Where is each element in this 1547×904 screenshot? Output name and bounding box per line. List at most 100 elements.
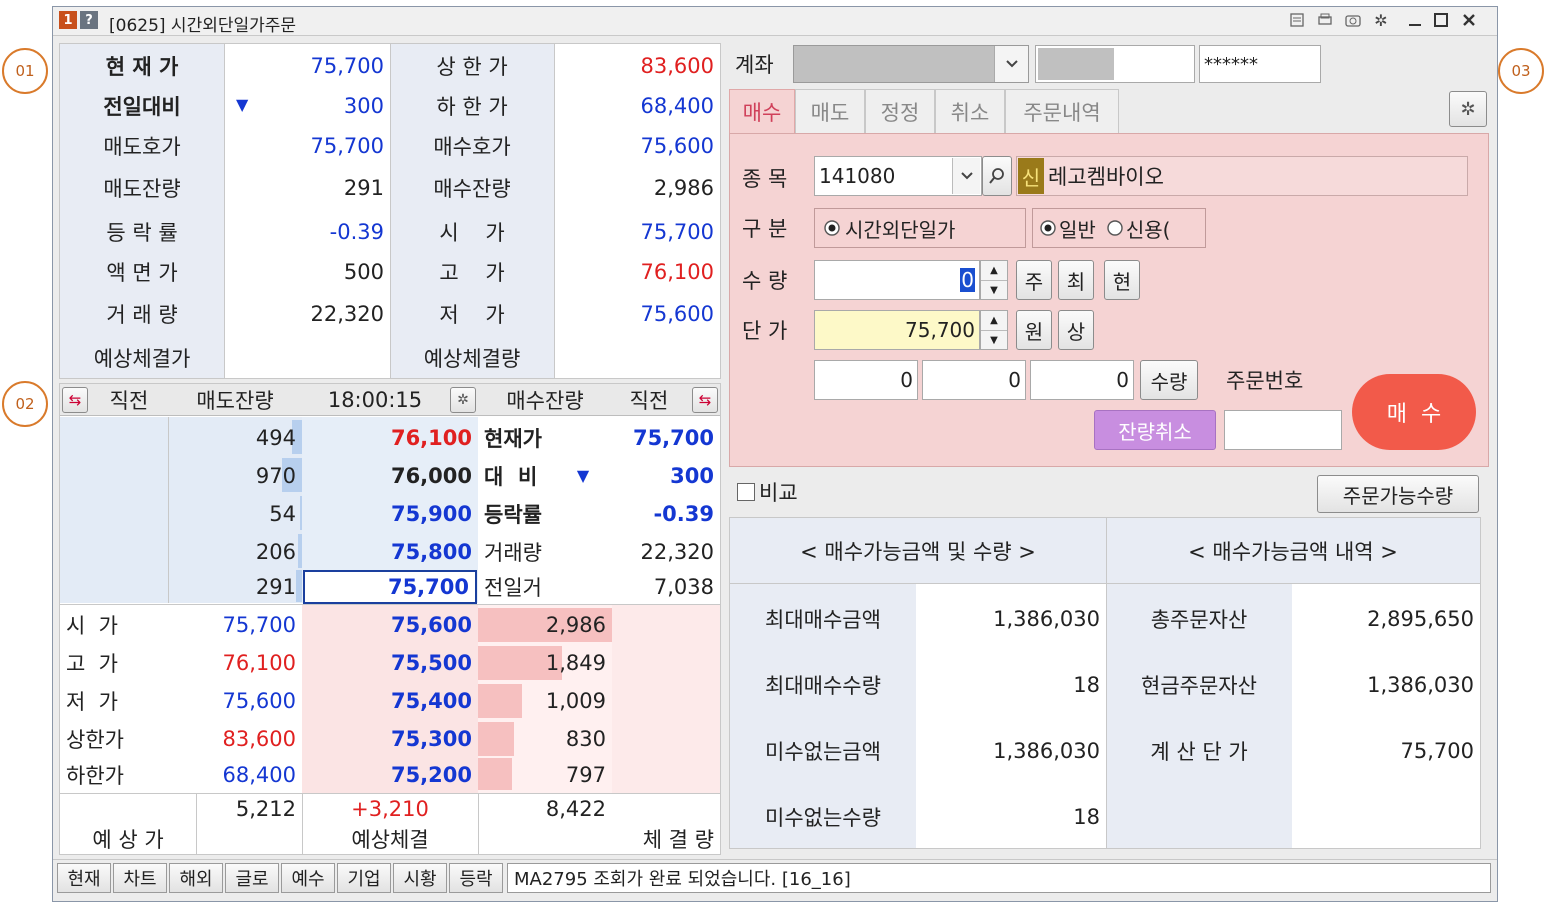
status-btn-market[interactable]: 시황	[393, 863, 447, 893]
order-settings-icon[interactable]: ✲	[1449, 91, 1487, 127]
type-radio-icon[interactable]	[823, 219, 841, 237]
window-title: [0625] 시간외단일가주문	[109, 16, 297, 36]
buy-submit-button[interactable]: 매 수	[1352, 374, 1476, 450]
avail-header-right: < 매수가능금액 내역 >	[1188, 540, 1398, 564]
remain-diff: +3,210	[351, 797, 429, 821]
value-par-value: 500	[343, 260, 384, 284]
credit-badge: 신	[1018, 158, 1044, 194]
ask-price-5-current[interactable]: 75,700	[303, 570, 477, 604]
status-btn-deposit[interactable]: 예수	[281, 863, 335, 893]
stat-value-upper: 83,600	[222, 727, 296, 751]
search-icon[interactable]	[982, 156, 1012, 196]
mode-credit-label[interactable]: 신용(	[1126, 214, 1171, 243]
status-message: MA2795 조회가 완료 되었습니다. [16_16]	[507, 863, 1491, 893]
value-low: 75,600	[640, 302, 714, 326]
memo-icon[interactable]	[1285, 9, 1309, 31]
ask-price-1[interactable]: 76,100	[302, 420, 478, 456]
password-field[interactable]: ******	[1199, 45, 1321, 83]
tab-buy[interactable]: 매수	[729, 89, 795, 133]
stat-label-open: 시 가	[66, 614, 118, 638]
order-number-input[interactable]	[1224, 410, 1342, 450]
value-open: 75,700	[640, 220, 714, 244]
maximize-icon[interactable]	[1429, 9, 1453, 31]
avail-label-cash-asset: 현금주문자산	[1141, 674, 1257, 698]
stat-label-lower: 하한가	[66, 764, 124, 788]
stat-value-high: 76,100	[222, 651, 296, 675]
tab-order-history[interactable]: 주문내역	[1005, 89, 1119, 133]
stat-label-low: 저 가	[66, 690, 118, 714]
value-ask-remain: 291	[343, 176, 384, 200]
extra-field-2[interactable]: 0	[922, 360, 1026, 400]
price-up-icon[interactable]: ▲	[981, 311, 1007, 331]
stock-code-chevron-icon[interactable]	[952, 158, 980, 194]
qty-max-button[interactable]: 최	[1058, 260, 1094, 300]
mode-general-label[interactable]: 일반	[1059, 214, 1096, 243]
ask-price-4[interactable]: 75,800	[302, 534, 478, 570]
help-icon[interactable]: ?	[80, 11, 98, 29]
account-select[interactable]	[793, 45, 1029, 83]
type-option-label[interactable]: 시간외단일가	[845, 214, 955, 243]
chevron-down-icon[interactable]	[994, 46, 1028, 82]
price-upper-button[interactable]: 상	[1058, 310, 1094, 350]
price-down-icon[interactable]: ▼	[981, 331, 1007, 350]
price-input[interactable]: 75,700	[814, 310, 980, 350]
bid-price-2[interactable]: 75,500	[302, 646, 478, 680]
price-won-button[interactable]: 원	[1016, 310, 1052, 350]
available-qty-button[interactable]: 주문가능수량	[1317, 475, 1479, 513]
status-btn-chart[interactable]: 차트	[113, 863, 167, 893]
status-btn-fluctuation[interactable]: 등락	[449, 863, 503, 893]
tab-sell[interactable]: 매도	[795, 89, 865, 133]
print-icon[interactable]	[1313, 9, 1337, 31]
stat-label-high: 고 가	[66, 652, 118, 676]
status-btn-current[interactable]: 현재	[57, 863, 111, 893]
minimize-icon[interactable]	[1403, 9, 1427, 31]
ask-price-3[interactable]: 75,900	[302, 496, 478, 532]
label-volume: 거 래 량	[106, 303, 178, 327]
qty-up-icon[interactable]: ▲	[981, 261, 1007, 281]
label-ask-remain: 매도잔량	[103, 177, 181, 201]
info-value-prev-volume: 7,038	[653, 575, 714, 599]
status-btn-company[interactable]: 기업	[337, 863, 391, 893]
camera-icon[interactable]	[1341, 9, 1365, 31]
cancel-remaining-button[interactable]: 잔량취소	[1094, 410, 1216, 450]
status-btn-overseas[interactable]: 해외	[169, 863, 223, 893]
orderbook-settings-icon[interactable]: ✲	[450, 387, 476, 413]
order-window: 1 ? [0625] 시간외단일가주문 ✲ 현 재 가 75,700 전일대비 …	[52, 6, 1498, 902]
radio-credit-icon[interactable]	[1106, 219, 1124, 237]
extra-qty-button[interactable]: 수량	[1140, 360, 1198, 400]
ask-qty-4: 206	[255, 540, 296, 564]
extra-field-3[interactable]: 0	[1030, 360, 1134, 400]
settings-gear-icon[interactable]: ✲	[1369, 9, 1393, 31]
qty-share-button[interactable]: 주	[1016, 260, 1052, 300]
ask-qty-2: 970	[255, 464, 296, 488]
bid-price-4[interactable]: 75,300	[302, 722, 478, 756]
extra-field-1[interactable]: 0	[814, 360, 918, 400]
bid-price-5[interactable]: 75,200	[302, 758, 478, 792]
stock-label: 종 목	[742, 167, 788, 191]
qty-stepper[interactable]: ▲ ▼	[980, 260, 1008, 300]
bid-price-3[interactable]: 75,400	[302, 684, 478, 718]
bid-qty-4: 830	[565, 727, 606, 751]
info-label-rate: 등락률	[484, 503, 542, 527]
avail-value-total-asset: 2,895,650	[1367, 607, 1474, 631]
ask-price-2[interactable]: 76,000	[302, 458, 478, 494]
tab-cancel[interactable]: 취소	[935, 89, 1005, 133]
qty-input[interactable]: 0	[814, 260, 980, 300]
header-time: 18:00:15	[327, 388, 423, 412]
value-high: 76,100	[640, 260, 714, 284]
status-btn-global[interactable]: 글로	[225, 863, 279, 893]
close-icon[interactable]	[1457, 9, 1481, 31]
qty-down-icon[interactable]: ▼	[981, 281, 1007, 300]
tab-modify[interactable]: 정정	[865, 89, 935, 133]
swap-right-icon[interactable]: ⇆	[692, 387, 718, 413]
callout-03: 03	[1498, 48, 1544, 94]
orderbook-panel: ⇆ 직전 매도잔량 18:00:15 ✲ 매수잔량 직전 ⇆ 494 76,10…	[59, 383, 721, 855]
qty-current-button[interactable]: 현	[1104, 260, 1140, 300]
bid-price-1[interactable]: 75,600	[302, 608, 478, 642]
avail-value-max-qty: 18	[1073, 673, 1100, 697]
swap-left-icon[interactable]: ⇆	[62, 387, 88, 413]
price-stepper[interactable]: ▲ ▼	[980, 310, 1008, 350]
radio-general-icon[interactable]	[1039, 219, 1057, 237]
stock-name-field: 신 레고켐바이오	[1016, 156, 1468, 196]
info-value-change: 300	[670, 464, 714, 488]
